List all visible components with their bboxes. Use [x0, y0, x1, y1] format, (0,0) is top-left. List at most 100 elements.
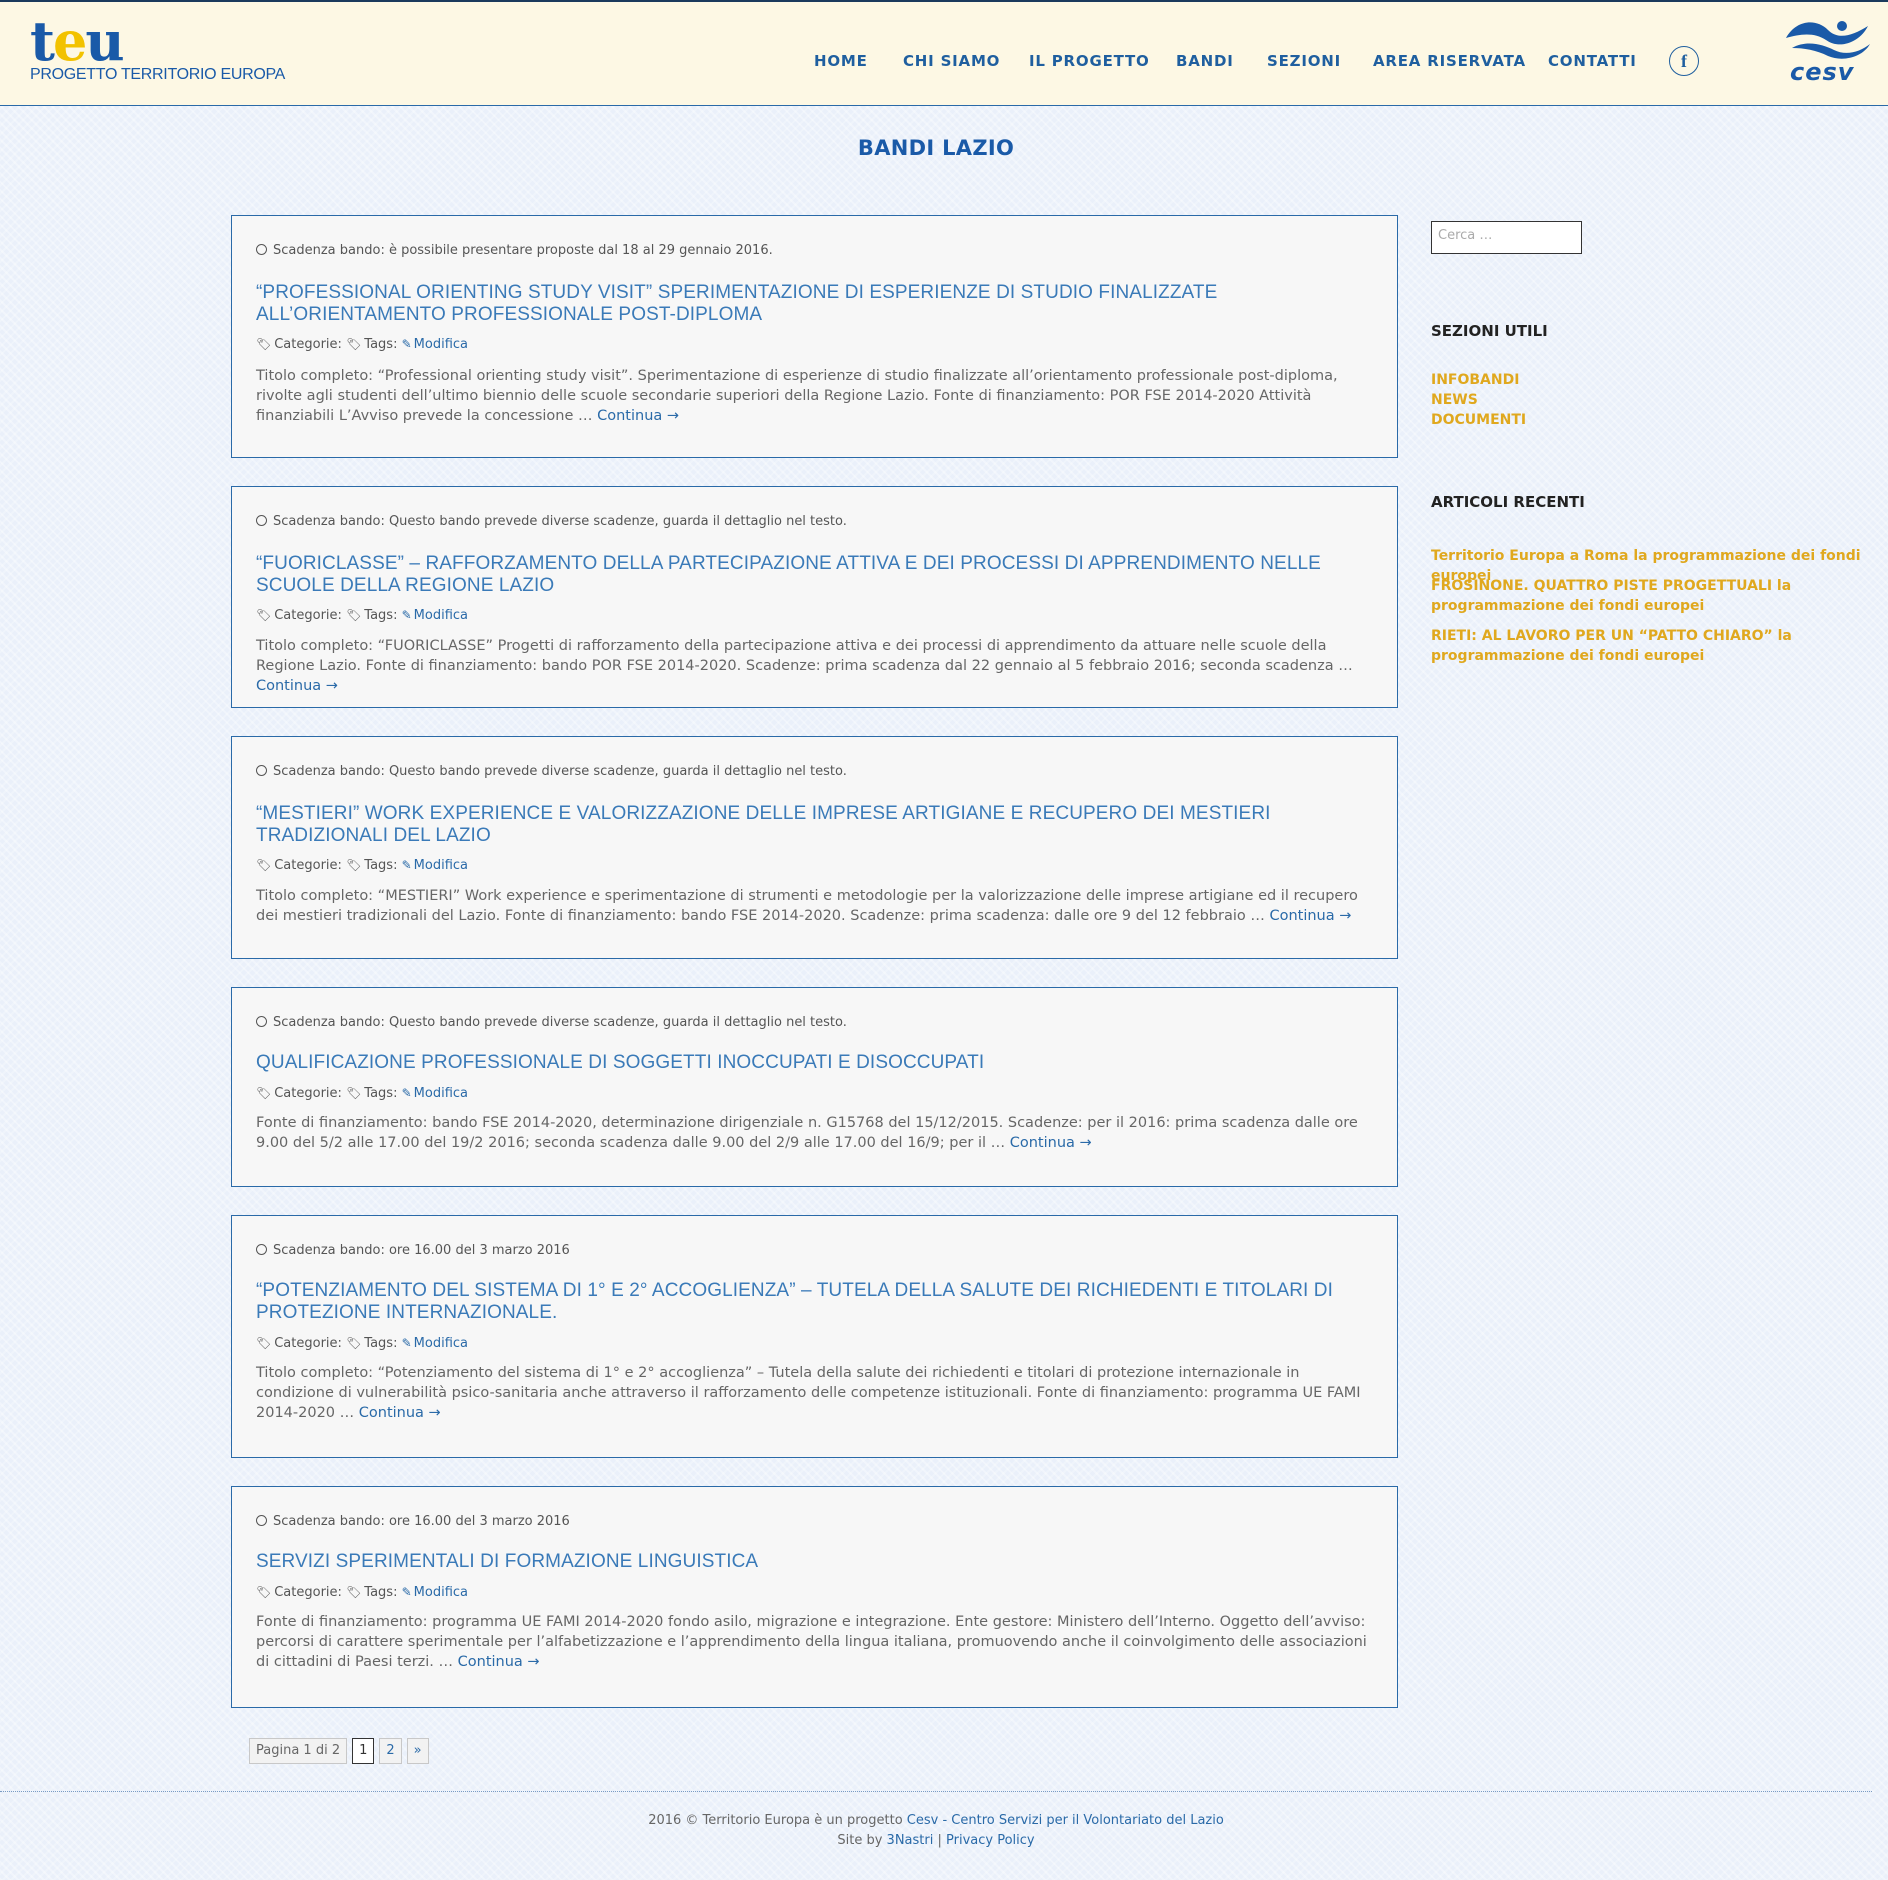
continue-link[interactable]: Continua →	[597, 408, 679, 424]
post-card: Scadenza bando: ore 16.00 del 3 marzo 20…	[231, 1215, 1398, 1458]
post-card: Scadenza bando: ore 16.00 del 3 marzo 20…	[231, 1486, 1398, 1708]
post-title[interactable]: QUALIFICAZIONE PROFESSIONALE DI SOGGETTI…	[256, 1052, 1373, 1074]
tag-icon: 🏷	[256, 1336, 272, 1350]
categories-label: Categorie:	[274, 337, 342, 352]
post-card: Scadenza bando: Questo bando prevede div…	[231, 736, 1398, 959]
footer-separator: |	[933, 1833, 946, 1848]
footer-site-by: Site by	[837, 1833, 887, 1848]
post-excerpt: Titolo completo: “FUORICLASSE” Progetti …	[256, 636, 1367, 696]
logo-mark: teu	[30, 14, 285, 68]
sidebar-link-documenti[interactable]: DOCUMENTI	[1431, 410, 1526, 430]
nav-home[interactable]: HOME	[814, 52, 868, 70]
clock-icon	[256, 515, 267, 526]
post-deadline-text: Scadenza bando: Questo bando prevede div…	[273, 1015, 847, 1030]
sidebar-link-news[interactable]: NEWS	[1431, 390, 1478, 410]
post-title[interactable]: “PROFESSIONAL ORIENTING STUDY VISIT” SPE…	[256, 282, 1373, 326]
edit-link[interactable]: ✎ Modifica	[402, 1086, 468, 1101]
clock-icon	[256, 765, 267, 776]
edit-link[interactable]: ✎ Modifica	[402, 1585, 468, 1600]
page-title: BANDI LAZIO	[857, 136, 1015, 160]
post-card: Scadenza bando: Questo bando prevede div…	[231, 486, 1398, 708]
tags-label: Tags:	[364, 337, 398, 352]
continue-link[interactable]: Continua →	[256, 678, 338, 694]
continue-link[interactable]: Continua →	[458, 1654, 540, 1670]
recent-article-link[interactable]: FROSINONE. QUATTRO PISTE PROGETTUALI la …	[1431, 576, 1871, 616]
tag-icon: 🏷	[256, 1086, 272, 1100]
post-title[interactable]: SERVIZI SPERIMENTALI DI FORMAZIONE LINGU…	[256, 1551, 1373, 1573]
continue-link[interactable]: Continua →	[359, 1405, 441, 1421]
post-card: Scadenza bando: Questo bando prevede div…	[231, 987, 1398, 1187]
edit-link[interactable]: ✎ Modifica	[402, 608, 468, 623]
footer-privacy-link[interactable]: Privacy Policy	[946, 1833, 1035, 1848]
tag-icon: 🏷	[256, 608, 272, 622]
nav-area-riservata[interactable]: AREA RISERVATA	[1373, 52, 1526, 70]
clock-icon	[256, 1016, 267, 1027]
nav-contatti[interactable]: CONTATTI	[1548, 52, 1637, 70]
edit-link[interactable]: ✎ Modifica	[402, 858, 468, 873]
site-logo[interactable]: teu PROGETTO TERRITORIO EUROPA	[30, 14, 285, 84]
nav-sezioni[interactable]: SEZIONI	[1267, 52, 1341, 70]
pencil-icon: ✎	[401, 1086, 412, 1100]
tag-icon: 🏷	[346, 858, 362, 872]
footer-credits: Site by 3Nastri | Privacy Policy	[0, 1833, 1872, 1848]
continue-link[interactable]: Continua →	[1269, 908, 1351, 924]
footer-copyright: 2016 © Territorio Europa è un progetto C…	[0, 1813, 1872, 1828]
categories-label: Categorie:	[274, 858, 342, 873]
post-deadline-text: Scadenza bando: Questo bando prevede div…	[273, 514, 847, 529]
post-deadline: Scadenza bando: Questo bando prevede div…	[256, 764, 847, 779]
clock-icon	[256, 1244, 267, 1255]
sidebar-link-infobandi[interactable]: INFOBANDI	[1431, 370, 1519, 390]
tag-icon: 🏷	[256, 858, 272, 872]
cesv-logo[interactable]: cesv	[1782, 16, 1872, 86]
tag-icon: 🏷	[346, 1585, 362, 1599]
footer-divider	[0, 1791, 1872, 1792]
post-excerpt-text: Titolo completo: “FUORICLASSE” Progetti …	[256, 638, 1353, 674]
post-taxonomy: 🏷 Categorie: 🏷 Tags: ✎ Modifica	[256, 858, 468, 873]
categories-label: Categorie:	[274, 1086, 342, 1101]
recent-article-link[interactable]: RIETI: AL LAVORO PER UN “PATTO CHIARO” l…	[1431, 626, 1871, 666]
pagination-page-2[interactable]: 2	[379, 1738, 402, 1764]
cesv-wordmark: cesv	[1790, 58, 1855, 86]
post-deadline-text: Scadenza bando: ore 16.00 del 3 marzo 20…	[273, 1243, 570, 1258]
post-card: Scadenza bando: è possibile presentare p…	[231, 215, 1398, 458]
clock-icon	[256, 244, 267, 255]
nav-il-progetto[interactable]: IL PROGETTO	[1029, 52, 1150, 70]
search-input[interactable]: Cerca …	[1431, 221, 1582, 254]
edit-link[interactable]: ✎ Modifica	[402, 337, 468, 352]
pencil-icon: ✎	[401, 337, 412, 351]
post-taxonomy: 🏷 Categorie: 🏷 Tags: ✎ Modifica	[256, 1336, 468, 1351]
continue-link[interactable]: Continua →	[1010, 1135, 1092, 1151]
footer-3nastri-link[interactable]: 3Nastri	[887, 1833, 934, 1848]
tag-icon: 🏷	[346, 337, 362, 351]
pagination-next[interactable]: »	[406, 1738, 429, 1764]
categories-label: Categorie:	[274, 608, 342, 623]
post-excerpt: Fonte di finanziamento: bando FSE 2014-2…	[256, 1113, 1367, 1153]
tag-icon: 🏷	[346, 1086, 362, 1100]
post-title[interactable]: “MESTIERI” WORK EXPERIENCE E VALORIZZAZI…	[256, 803, 1373, 847]
post-taxonomy: 🏷 Categorie: 🏷 Tags: ✎ Modifica	[256, 1585, 468, 1600]
post-deadline: Scadenza bando: è possibile presentare p…	[256, 243, 773, 258]
nav-bandi[interactable]: BANDI	[1176, 52, 1234, 70]
facebook-icon[interactable]: f	[1669, 46, 1699, 76]
post-deadline-text: Scadenza bando: Questo bando prevede div…	[273, 764, 847, 779]
edit-link[interactable]: ✎ Modifica	[402, 1336, 468, 1351]
nav-chi-siamo[interactable]: CHI SIAMO	[903, 52, 1000, 70]
tags-label: Tags:	[364, 858, 398, 873]
post-excerpt: Titolo completo: “Professional orienting…	[256, 366, 1367, 426]
post-deadline: Scadenza bando: Questo bando prevede div…	[256, 514, 847, 529]
clock-icon	[256, 1515, 267, 1526]
post-title[interactable]: “POTENZIAMENTO DEL SISTEMA DI 1° E 2° AC…	[256, 1280, 1373, 1324]
articoli-recenti-heading: ARTICOLI RECENTI	[1431, 493, 1585, 511]
post-excerpt-text: Fonte di finanziamento: programma UE FAM…	[256, 1614, 1367, 1670]
pencil-icon: ✎	[401, 858, 412, 872]
tags-label: Tags:	[364, 1086, 398, 1101]
categories-label: Categorie:	[274, 1336, 342, 1351]
post-deadline: Scadenza bando: ore 16.00 del 3 marzo 20…	[256, 1243, 570, 1258]
post-excerpt: Titolo completo: “MESTIERI” Work experie…	[256, 886, 1367, 926]
tags-label: Tags:	[364, 1585, 398, 1600]
footer-cesv-link[interactable]: Cesv - Centro Servizi per il Volontariat…	[907, 1813, 1224, 1828]
post-title[interactable]: “FUORICLASSE” – RAFFORZAMENTO DELLA PART…	[256, 553, 1373, 597]
cesv-wave-icon	[1786, 21, 1870, 59]
sezioni-utili-heading: SEZIONI UTILI	[1431, 322, 1548, 340]
post-deadline: Scadenza bando: ore 16.00 del 3 marzo 20…	[256, 1514, 570, 1529]
